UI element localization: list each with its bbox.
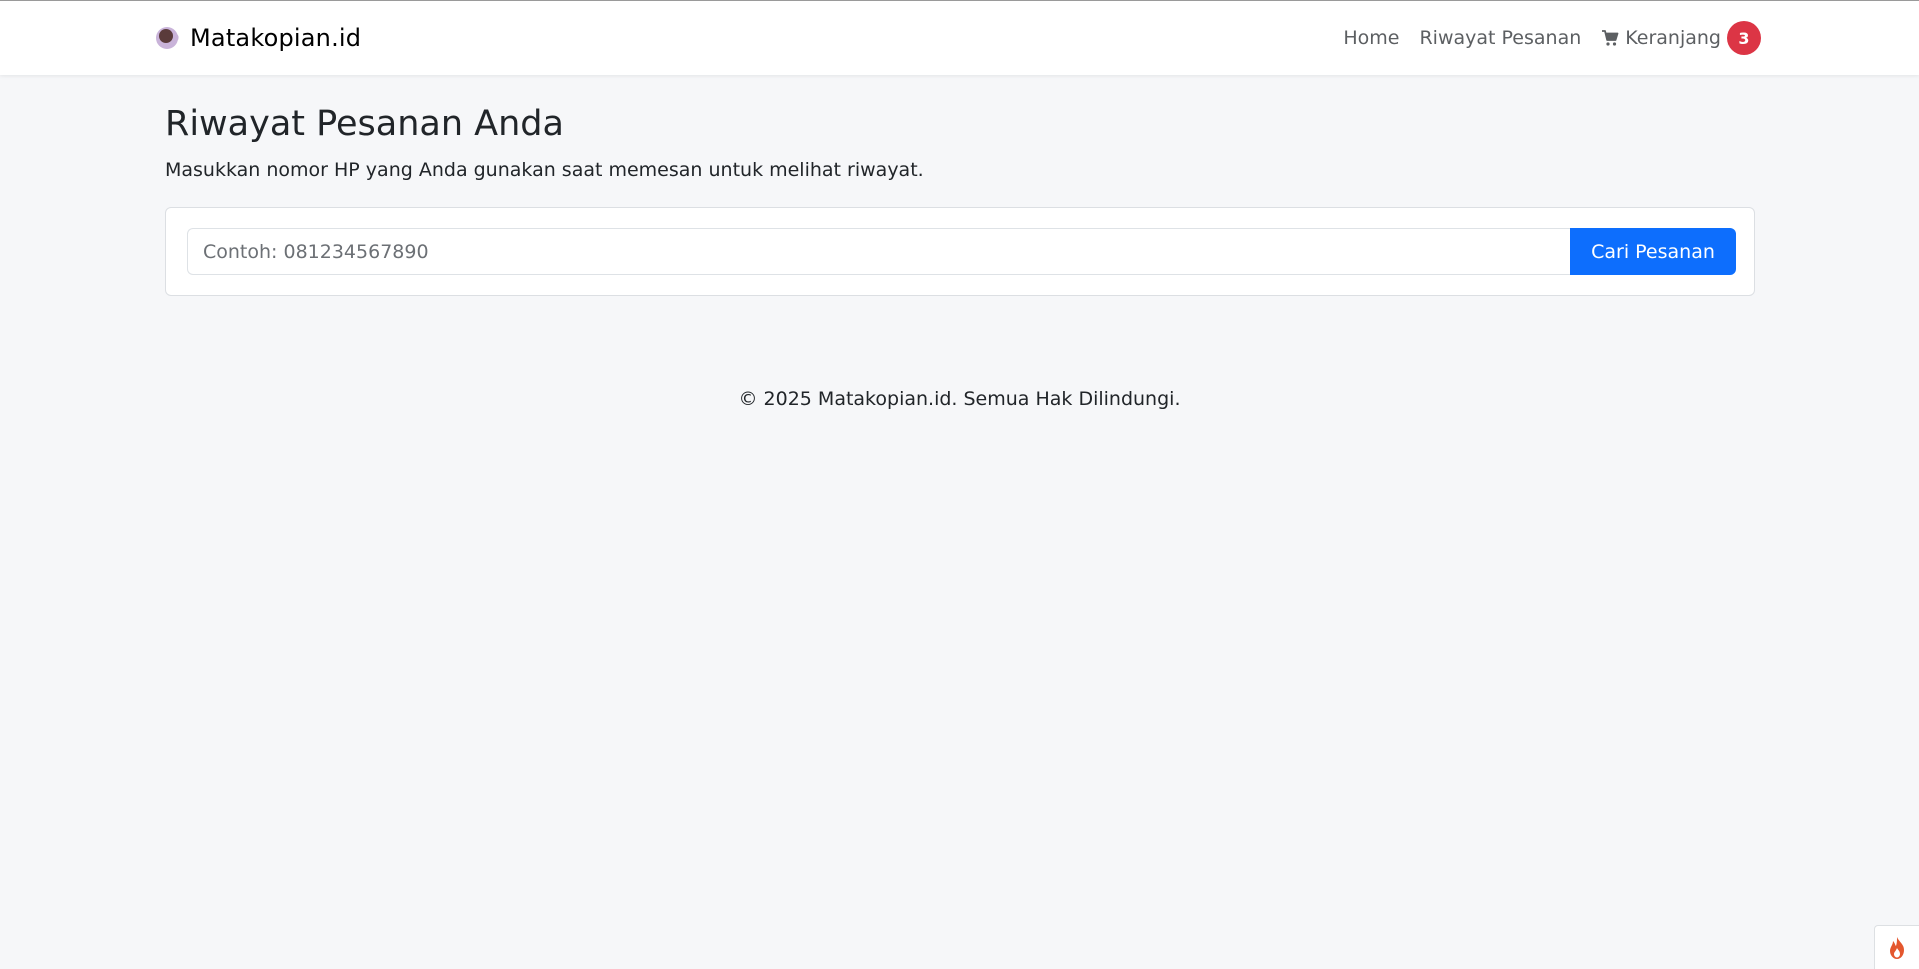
phone-search-input[interactable] [187,228,1571,275]
nav-link-order-history[interactable]: Riwayat Pesanan [1419,27,1581,49]
brand-name: Matakopian.id [190,24,362,52]
cart-label: Keranjang [1625,27,1721,49]
brand-link[interactable]: Matakopian.id [154,21,361,55]
nav-link-home[interactable]: Home [1343,27,1399,49]
nav-links: Home Riwayat Pesanan Keranjang 3 [1343,21,1761,55]
navbar: Matakopian.id Home Riwayat Pesanan Keran… [0,0,1919,75]
coffee-cup-icon [156,27,179,49]
page-title: Riwayat Pesanan Anda [165,104,564,144]
flame-icon [1890,936,1904,959]
search-card: Cari Pesanan [165,207,1755,296]
debug-toolbar-toggle[interactable] [1874,925,1919,969]
cart-icon [1602,30,1619,46]
search-orders-button[interactable]: Cari Pesanan [1570,228,1736,275]
footer-copyright: © 2025 Matakopian.id. Semua Hak Dilindun… [738,388,1181,410]
cart-count-badge: 3 [1727,21,1761,55]
nav-link-cart[interactable]: Keranjang 3 [1601,21,1761,55]
page-subtitle: Masukkan nomor HP yang Anda gunakan saat… [165,159,924,181]
